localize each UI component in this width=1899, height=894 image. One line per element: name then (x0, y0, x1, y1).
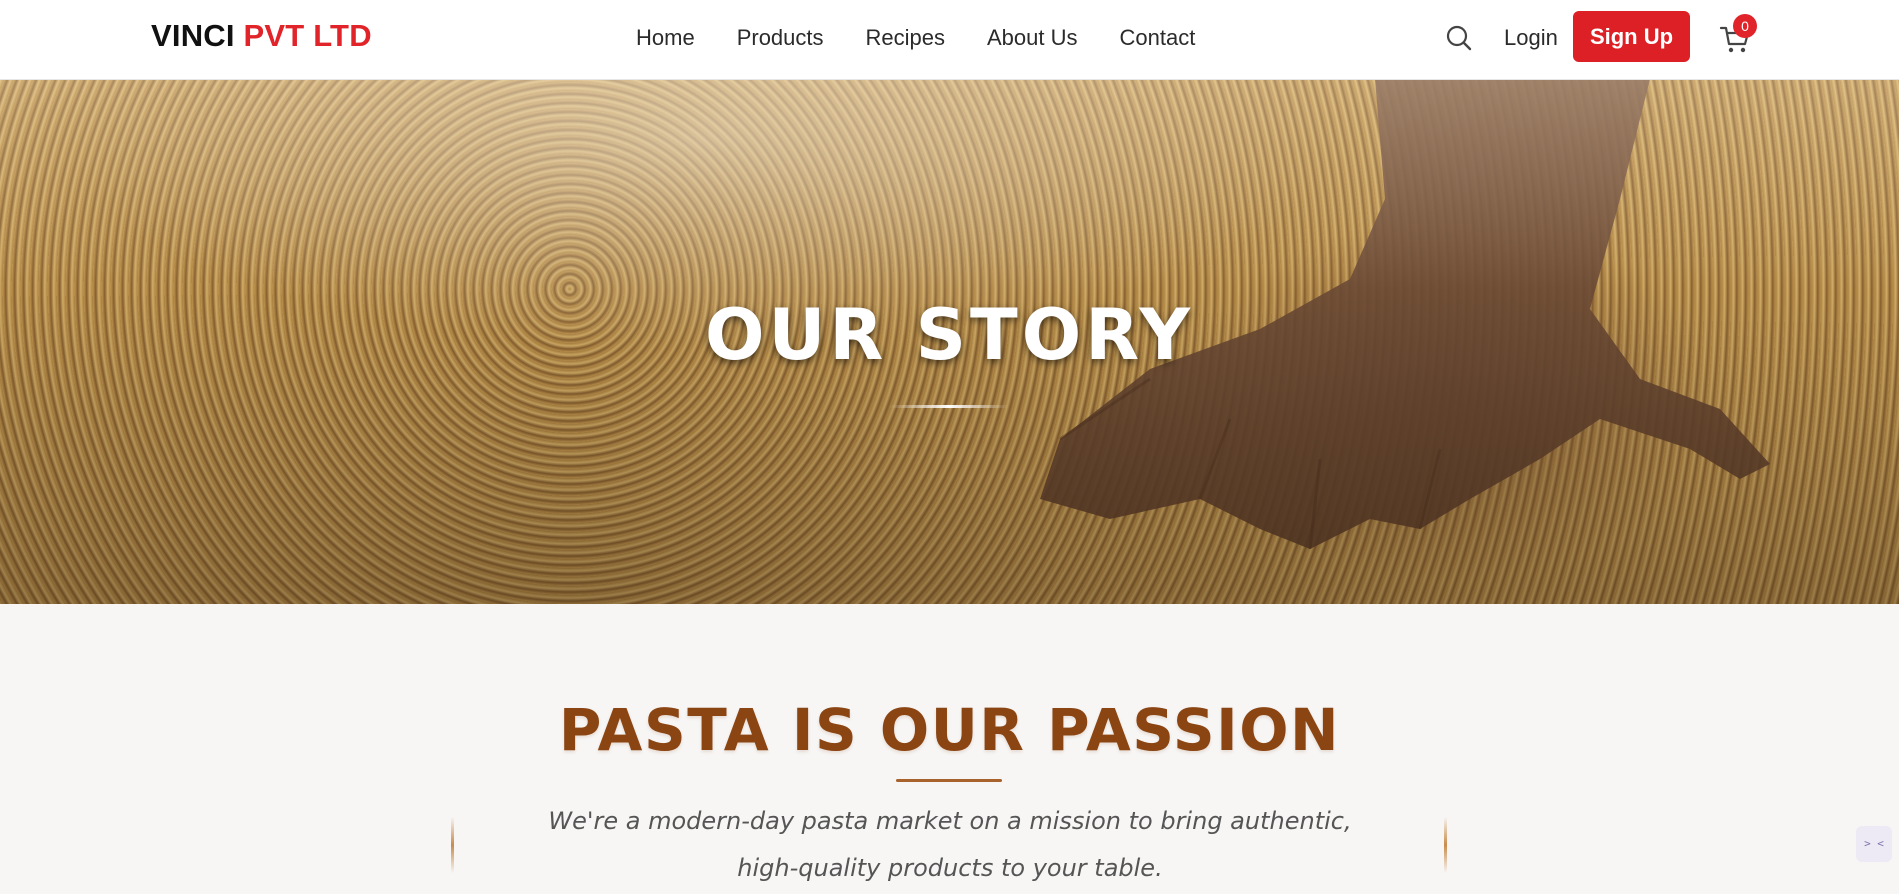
floating-widget-button[interactable]: > < (1856, 826, 1892, 862)
login-link[interactable]: Login (1504, 24, 1558, 52)
story-divider (896, 779, 1002, 782)
hero-divider (889, 405, 1009, 408)
right-accent-bar (1444, 817, 1447, 873)
cart-count-badge: 0 (1733, 14, 1757, 38)
hero-title: OUR STORY (704, 294, 1195, 376)
main-nav: Home Products Recipes About Us Contact (636, 24, 1237, 52)
top-navbar: VINCI PVT LTD Home Products Recipes Abou… (0, 0, 1899, 80)
nav-about-us[interactable]: About Us (987, 24, 1078, 52)
brand-name: VINCI (151, 18, 235, 53)
signup-button[interactable]: Sign Up (1573, 11, 1690, 62)
nav-products[interactable]: Products (737, 24, 824, 52)
story-title: PASTA IS OUR PASSION (558, 696, 1341, 764)
story-text: We're a modern-day pasta market on a mis… (548, 807, 1352, 882)
nav-home[interactable]: Home (636, 24, 695, 52)
left-accent-bar (451, 817, 454, 873)
brand-logo[interactable]: VINCI PVT LTD (151, 18, 372, 54)
nav-contact[interactable]: Contact (1120, 24, 1196, 52)
nav-recipes[interactable]: Recipes (866, 24, 945, 52)
hero-banner: OUR STORY (0, 79, 1899, 604)
brand-accent: PVT LTD (243, 18, 372, 53)
search-button[interactable] (1444, 23, 1474, 53)
story-section: PASTA IS OUR PASSION We're a modern-day … (0, 604, 1899, 894)
search-icon (1446, 25, 1472, 51)
